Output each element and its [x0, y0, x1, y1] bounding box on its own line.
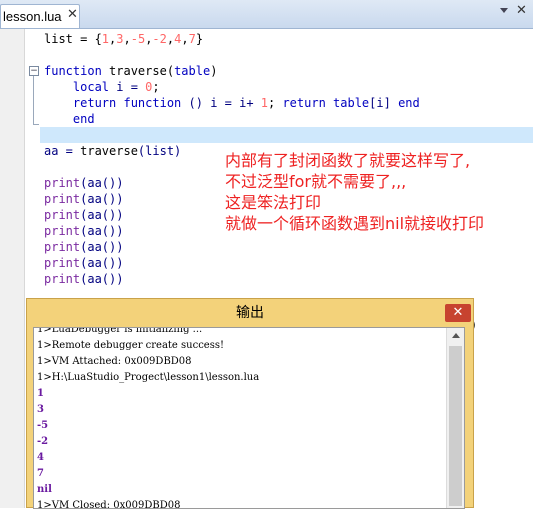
fold-guide-line [33, 76, 34, 124]
code-token: print [44, 256, 81, 270]
code-token: (aa()) [80, 272, 124, 286]
code-token: (list) [137, 144, 182, 158]
code-token: ; [268, 96, 283, 110]
code-token: [i] [369, 96, 399, 110]
code-token: aa = [44, 144, 81, 158]
code-token: traverse [80, 144, 138, 158]
code-line[interactable]: end [44, 111, 420, 127]
code-token: 1 [101, 32, 110, 46]
code-token: print [44, 240, 81, 254]
annotation-text: 内部有了封闭函数了就要这样写了, 不过泛型for就不需要了,,, 这是笨法打印就做一… [225, 150, 484, 234]
output-log-line: 1>H:\LuaStudio_Progect\lesson1\lesson.lu… [37, 372, 260, 383]
code-line[interactable]: function traverse(table) [44, 63, 420, 79]
code-token: end [44, 112, 95, 126]
output-close-button[interactable]: ✕ [445, 304, 471, 322]
output-value-line: -5 [37, 420, 49, 431]
code-token: function [44, 64, 110, 78]
scrollbar-thumb[interactable] [449, 346, 462, 506]
line-number-gutter [0, 29, 25, 508]
fold-toggle-icon[interactable]: − [29, 66, 39, 76]
tab-lesson-lua[interactable]: lesson.lua ✕ [0, 4, 80, 28]
annotation-line: 不过泛型for就不需要了,,, [225, 172, 407, 191]
code-token: (aa()) [80, 224, 124, 238]
fold-guide-end [33, 124, 39, 125]
annotation-line: 就做一个循环函数遇到nil就接收打印 [225, 214, 485, 233]
code-token: print [44, 192, 81, 206]
code-token: ) [210, 64, 218, 78]
code-token: print [44, 224, 81, 238]
tab-label: lesson.lua [3, 9, 62, 24]
code-token: ; [152, 80, 160, 94]
code-token: , [181, 32, 189, 46]
annotation-line: 内部有了封闭函数了就要这样写了, [225, 151, 471, 170]
output-value-line: nil [37, 484, 52, 495]
code-line[interactable] [44, 127, 420, 143]
output-pane[interactable]: 1>LuaDebugger is initializing ... 1>Remot… [33, 327, 465, 509]
code-token: i = [116, 80, 146, 94]
annotation-line: 这是笨法打印 [225, 193, 322, 212]
output-log-line: 1>VM Closed: 0x009DBD08 [37, 500, 181, 509]
output-value-line: 3 [37, 404, 44, 415]
code-token: traverse [109, 64, 167, 78]
code-token: list = { [44, 32, 102, 46]
output-log: 1>LuaDebugger is initializing ... 1>Remot… [37, 327, 260, 509]
code-token: table [174, 64, 211, 78]
code-line[interactable]: print(aa()) [44, 255, 420, 271]
output-log-line: 1>VM Attached: 0x009DBD08 [37, 356, 192, 367]
code-token: return [282, 96, 334, 110]
tab-close-icon[interactable]: ✕ [67, 7, 78, 22]
code-line[interactable]: print(aa()) [44, 239, 420, 255]
code-token: (aa()) [80, 208, 124, 222]
code-line[interactable]: list = {1,3,-5,-2,4,7} [44, 31, 420, 47]
code-token: (aa()) [80, 176, 124, 190]
code-token: ( [166, 64, 175, 78]
code-line[interactable]: return function () i = i+ 1; return tabl… [44, 95, 420, 111]
output-log-line: 1>Remote debugger create success! [37, 340, 224, 351]
code-token: return [44, 96, 124, 110]
code-line[interactable]: print(aa()) [44, 271, 420, 287]
code-token: -2 [152, 32, 167, 46]
code-line[interactable] [44, 47, 420, 63]
code-token: (aa()) [80, 192, 124, 206]
code-token: , [123, 32, 131, 46]
code-token: end [398, 96, 420, 110]
tab-bar: lesson.lua ✕ ✕ [0, 0, 533, 29]
output-title: 输出 [236, 305, 264, 321]
code-token: print [44, 176, 81, 190]
code-token: print [44, 272, 81, 286]
code-token: () i = i+ [188, 96, 261, 110]
chevron-down-icon[interactable] [500, 8, 508, 13]
code-line[interactable]: local i = 0; [44, 79, 420, 95]
output-value-line: -2 [37, 436, 49, 447]
code-token: print [44, 208, 81, 222]
code-token: local [44, 80, 117, 94]
code-token: function [123, 96, 189, 110]
output-log-line: 1>LuaDebugger is initializing ... [37, 327, 203, 335]
output-value-line: 1 [37, 388, 44, 399]
code-token: 1 [260, 96, 268, 110]
scroll-up-icon[interactable] [452, 333, 460, 338]
code-token: (aa()) [80, 240, 124, 254]
output-value-line: 4 [37, 452, 44, 463]
code-token: } [195, 32, 204, 46]
code-token: 3 [116, 32, 124, 46]
output-value-line: 7 [37, 468, 44, 479]
close-icon[interactable]: ✕ [516, 3, 527, 18]
code-token: 7 [188, 32, 196, 46]
vertical-scrollbar[interactable] [446, 328, 464, 508]
code-token: table [333, 96, 370, 110]
code-token: -5 [130, 32, 146, 46]
output-window: 输出 ✕ 1>LuaDebugger is initializing ... 1>… [26, 298, 474, 509]
code-token: (aa()) [80, 256, 124, 270]
